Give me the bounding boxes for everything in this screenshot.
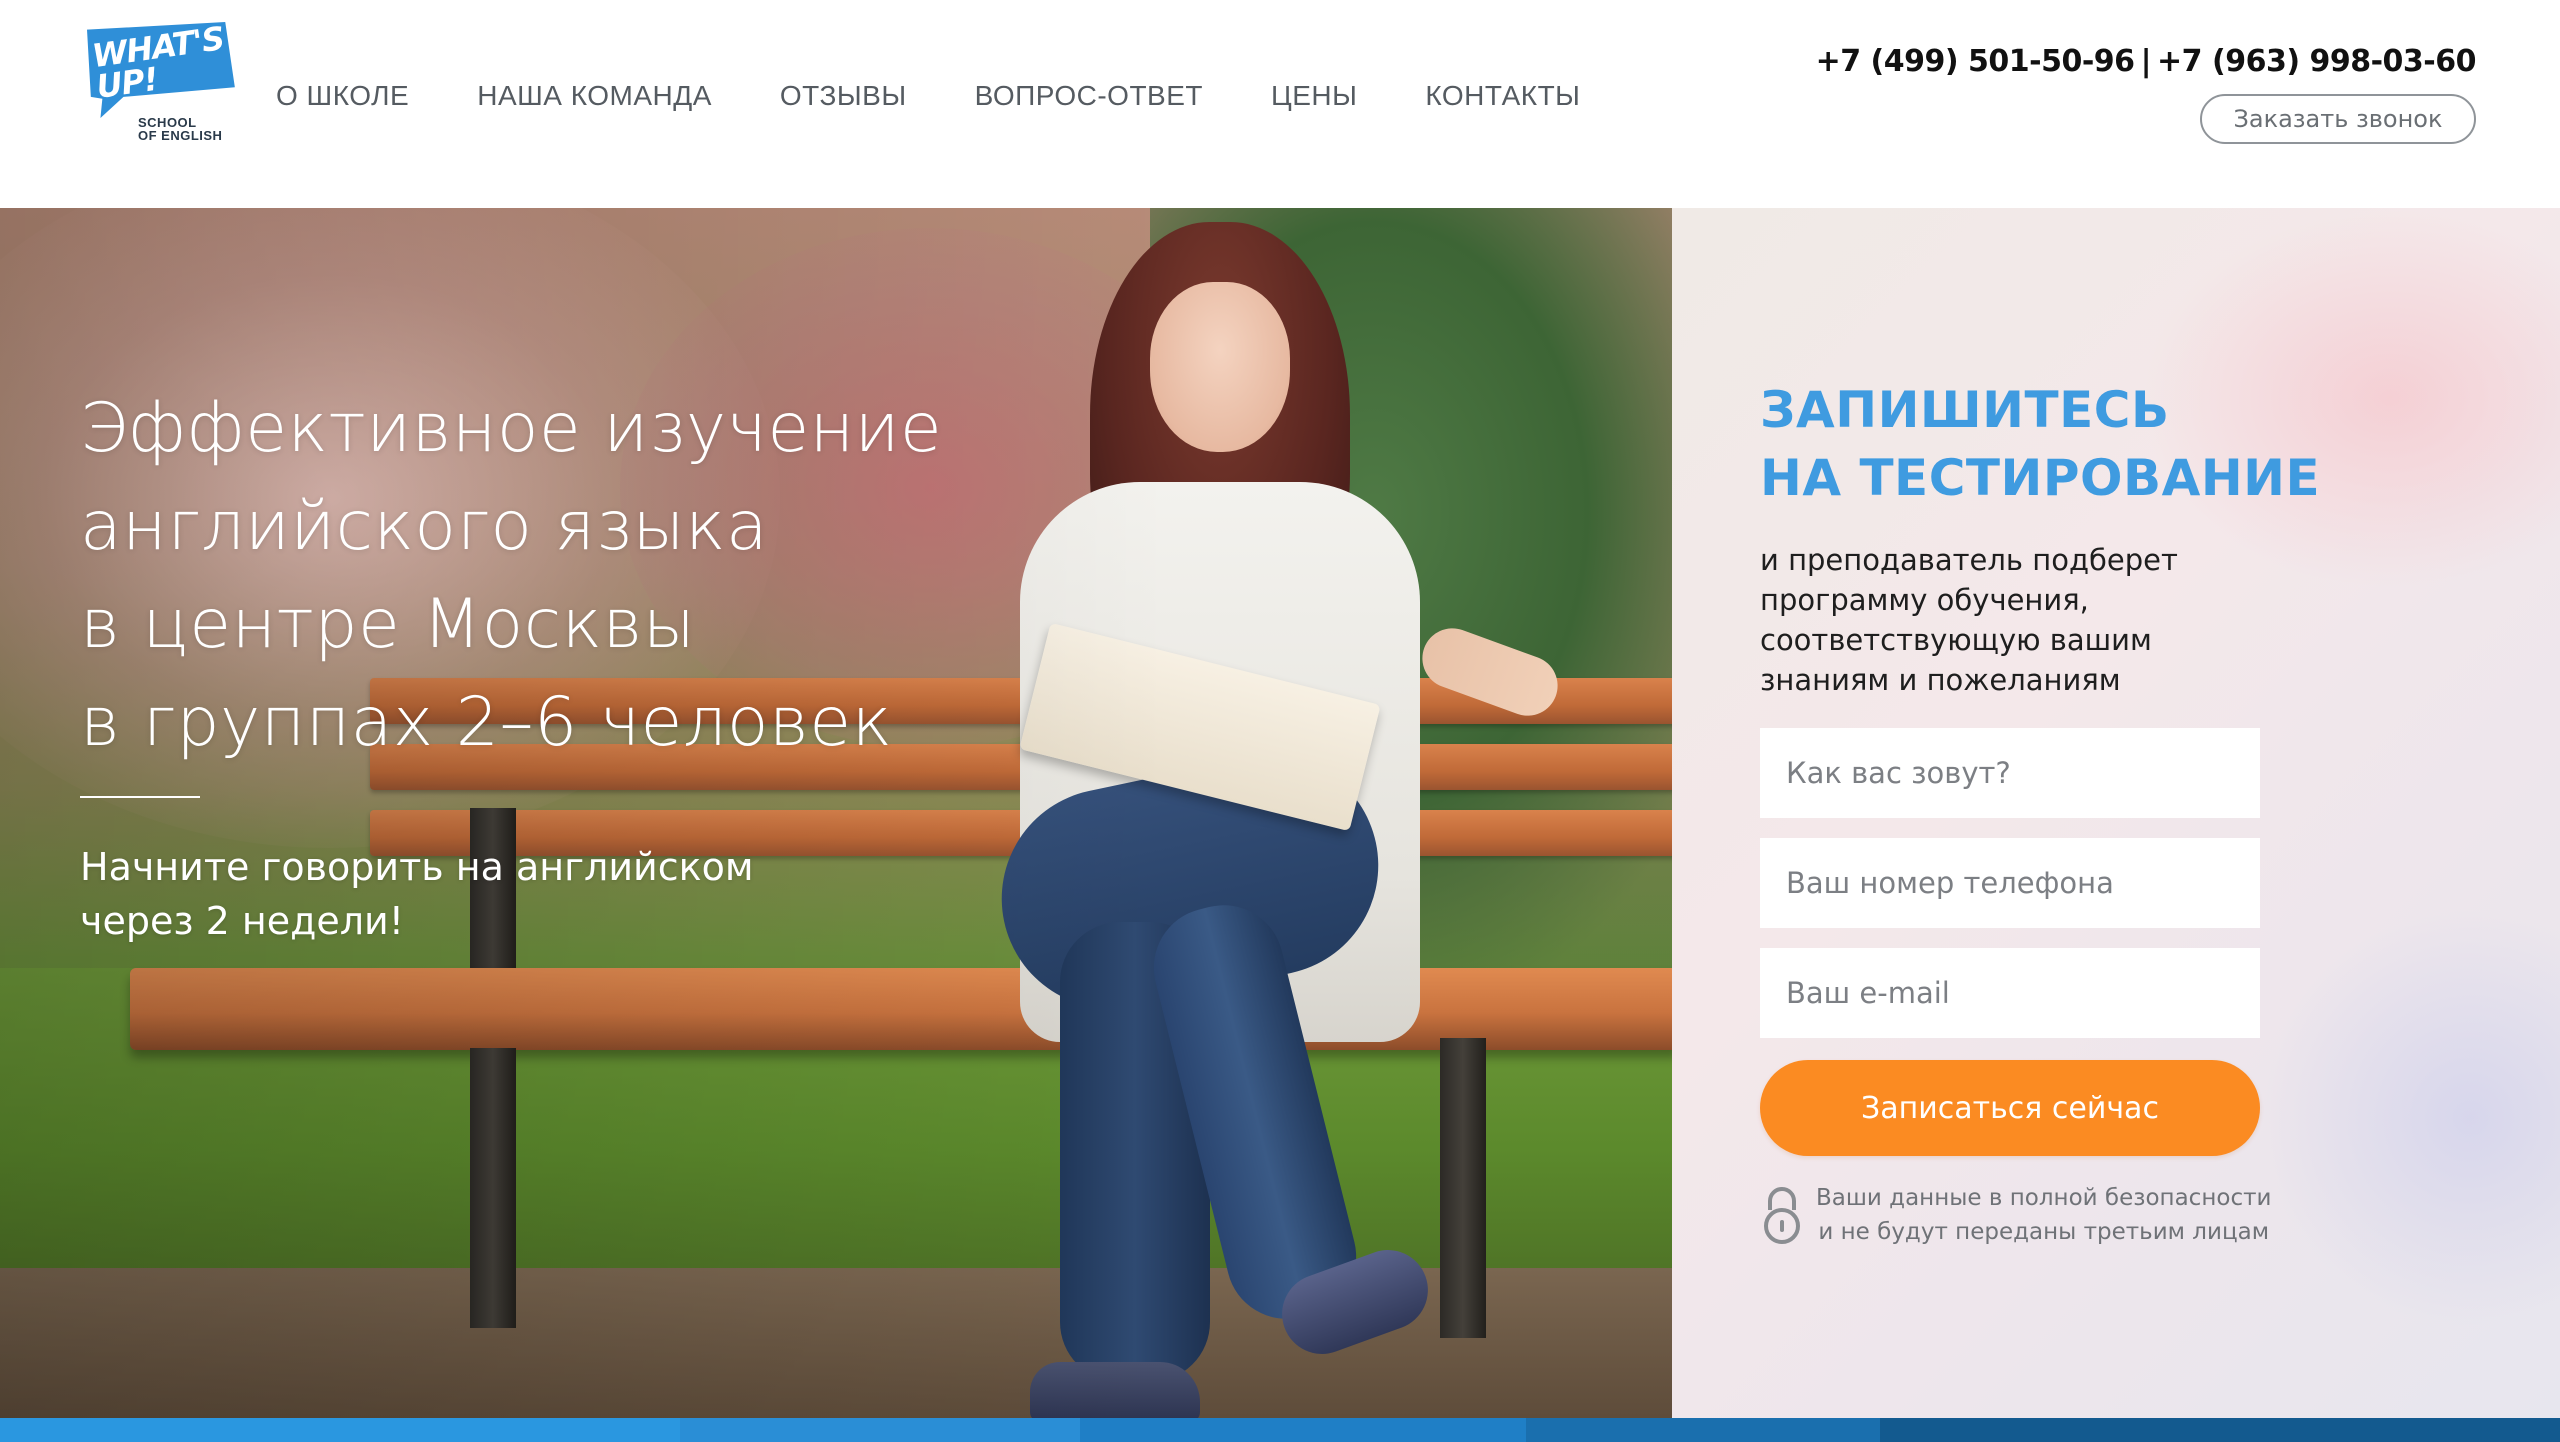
signup-panel: ЗАПИШИТЕСЬ НА ТЕСТИРОВАНИЕ и преподавате… bbox=[1672, 208, 2560, 1418]
hero-divider bbox=[80, 796, 200, 798]
submit-button[interactable]: Записаться сейчас bbox=[1760, 1060, 2260, 1156]
phone-numbers: +7 (499) 501-50-96 | +7 (963) 998-03-60 bbox=[1816, 44, 2477, 79]
nav-item-about[interactable]: О ШКОЛЕ bbox=[276, 80, 409, 112]
bottom-bar-segment bbox=[1880, 1418, 2560, 1442]
phone-separator: | bbox=[2140, 44, 2152, 79]
form-title: ЗАПИШИТЕСЬ НА ТЕСТИРОВАНИЕ bbox=[1760, 381, 2321, 507]
phone-1[interactable]: +7 (499) 501-50-96 bbox=[1816, 44, 2135, 79]
nav-item-prices[interactable]: ЦЕНЫ bbox=[1271, 80, 1357, 112]
bottom-bar-segment bbox=[1526, 1418, 1880, 1442]
site-header: WHAT'S UP! SCHOOL OF ENGLISH О ШКОЛЕ НАШ… bbox=[0, 0, 2560, 208]
nav-item-team[interactable]: НАША КОМАНДА bbox=[477, 80, 712, 112]
privacy-text: Ваши данные в полной безопасности и не б… bbox=[1816, 1185, 2272, 1245]
nav-item-faq[interactable]: ВОПРОС-ОТВЕТ bbox=[975, 80, 1203, 112]
callback-button[interactable]: Заказать звонок bbox=[2200, 94, 2476, 144]
bottom-bar-segment bbox=[680, 1418, 1080, 1442]
logo-subtitle: SCHOOL OF ENGLISH bbox=[138, 115, 223, 143]
main-nav: О ШКОЛЕ НАША КОМАНДА ОТЗЫВЫ ВОПРОС-ОТВЕТ… bbox=[276, 76, 1580, 116]
lock-icon bbox=[1764, 1187, 1800, 1244]
privacy-note: Ваши данные в полной безопасности и не б… bbox=[1760, 1180, 2280, 1250]
hero-section: Эффективное изучение английского языка в… bbox=[0, 208, 2560, 1418]
hero-title: Эффективное изучение английского языка в… bbox=[80, 389, 943, 762]
nav-item-contacts[interactable]: КОНТАКТЫ bbox=[1425, 80, 1580, 112]
nav-item-reviews[interactable]: ОТЗЫВЫ bbox=[780, 80, 907, 112]
hero-subtitle: Начните говорить на английском через 2 н… bbox=[80, 845, 754, 943]
name-input[interactable] bbox=[1760, 728, 2260, 818]
email-input[interactable] bbox=[1760, 948, 2260, 1038]
bottom-bar-segment bbox=[1080, 1418, 1526, 1442]
bottom-color-bar bbox=[0, 1418, 2560, 1442]
phone-input[interactable] bbox=[1760, 838, 2260, 928]
bottom-bar-segment bbox=[0, 1418, 680, 1442]
form-description: и преподаватель подберет программу обуче… bbox=[1760, 543, 2178, 697]
school-logo[interactable]: WHAT'S UP! SCHOOL OF ENGLISH bbox=[78, 18, 246, 146]
phone-2[interactable]: +7 (963) 998-03-60 bbox=[2157, 44, 2476, 79]
